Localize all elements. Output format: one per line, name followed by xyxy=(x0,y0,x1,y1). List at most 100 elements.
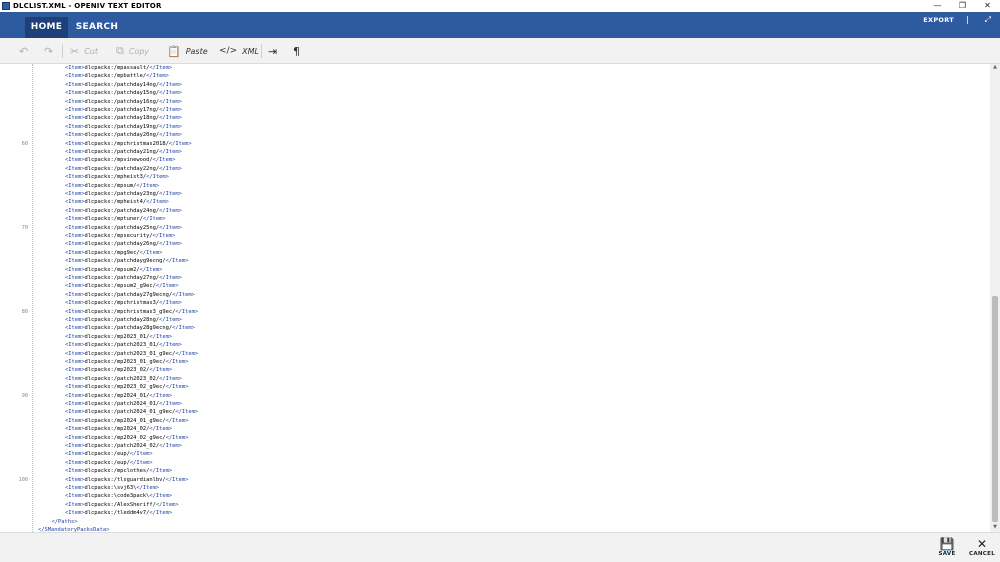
xml-open-tag: <Item> xyxy=(65,107,85,113)
xml-open-tag: <Item> xyxy=(65,132,85,139)
line-number: 80 xyxy=(21,309,28,315)
xml-close-tag: </Item> xyxy=(139,266,163,273)
expand-icon[interactable]: ⤢ xyxy=(985,15,991,25)
xml-text: dlcpacks:/mpchristmas3/ xyxy=(84,300,160,307)
xml-close-tag: </Item> xyxy=(172,325,195,332)
code-line: <Item>dlcpacks:/mpsum/</Item> xyxy=(65,182,159,190)
copy-button[interactable]: ⧉ Copy xyxy=(116,38,149,64)
code-line: <Item>dlcpacks:/mp2024_01/</Item> xyxy=(65,392,172,400)
xml-text: dlcpacks:/patchday27g9ecng/ xyxy=(84,291,173,298)
xml-open-tag: <Item> xyxy=(65,81,85,88)
xml-open-tag: <Item> xyxy=(65,140,85,147)
scroll-down-icon[interactable]: ▼ xyxy=(990,524,1000,532)
xml-open-tag: <Item> xyxy=(65,191,85,197)
xml-open-tag: <Item> xyxy=(65,241,85,248)
xml-open-tag: <Item> xyxy=(65,501,85,508)
line-number: 70 xyxy=(21,225,28,231)
restore-button[interactable]: ❐ xyxy=(950,0,975,12)
xml-text: dlcpacks:/patch2023_01/ xyxy=(84,342,160,349)
vertical-scrollbar[interactable]: ▲ ▼ xyxy=(990,64,1000,532)
xml-open-tag: <Item> xyxy=(65,123,85,130)
bottom-bar: 💾 SAVE ✕ CANCEL xyxy=(0,532,1000,562)
xml-open-tag: <Item> xyxy=(65,443,85,449)
close-window-button[interactable]: ✕ xyxy=(975,0,1000,12)
code-line: <Item>dlcpacks:/patchday27g9ecng/</Item> xyxy=(65,291,195,299)
xml-open-tag: <Item> xyxy=(65,165,85,172)
xml-close-tag: </Item> xyxy=(149,493,173,500)
word-wrap-icon: ⇥ xyxy=(268,44,278,58)
xml-button[interactable]: </> XML xyxy=(219,38,259,64)
window-controls: — ❐ ✕ xyxy=(925,0,1000,12)
minimize-button[interactable]: — xyxy=(925,0,950,12)
redo-button[interactable]: ↷ xyxy=(44,38,58,64)
copy-icon: ⧉ xyxy=(116,44,124,57)
xml-close-tag: </Item> xyxy=(159,317,182,323)
xml-text: dlcpacks:/mp2024_02/ xyxy=(84,426,150,433)
xml-close-tag: </Item> xyxy=(155,501,179,508)
xml-text: dlcpacks:/patch2023_02/ xyxy=(84,375,160,382)
xml-close-tag: </Item> xyxy=(149,510,173,517)
scroll-up-icon[interactable]: ▲ xyxy=(990,64,1000,72)
xml-close-tag: </Item> xyxy=(159,90,182,97)
xml-text: dlcpacks:/patch2023_01_g9ec/ xyxy=(84,350,176,357)
tab-home[interactable]: HOME xyxy=(25,17,68,38)
xml-open-tag: </Paths> xyxy=(51,518,78,525)
export-button[interactable]: EXPORT xyxy=(923,16,954,24)
xml-text: dlcpacks:/patchday20ng/ xyxy=(84,132,160,139)
xml-open-tag: <Item> xyxy=(65,409,85,416)
xml-open-tag: <Item> xyxy=(65,249,85,256)
xml-text: dlcpacks:/patchdayg9ecng/ xyxy=(84,258,166,265)
tab-search[interactable]: SEARCH xyxy=(73,17,121,38)
show-whitespace-button[interactable]: ¶ xyxy=(293,38,305,64)
xml-open-tag: <Item> xyxy=(65,401,85,407)
xml-close-tag: </Item> xyxy=(159,123,182,130)
code-editor[interactable]: 60 70 80 90 100 <Item>dlcpacks:/mpassaul… xyxy=(0,64,990,532)
xml-close-tag: </Item> xyxy=(159,191,182,197)
paste-button[interactable]: 📋 Paste xyxy=(167,38,208,64)
code-line: <Item>dlcpacks:/tlsguardianlbv/</Item> xyxy=(65,476,188,484)
xml-text: dlcpacks:/tleddm4v7/ xyxy=(84,510,150,517)
xml-text: dlcpacks:/patchday27ng/ xyxy=(84,275,160,281)
xml-text: dlcpacks:\code3pack\ xyxy=(84,493,150,500)
xml-text: dlcpacks:/mp2024_01/ xyxy=(84,392,150,399)
code-line: <Item>dlcpacks:/patchday24ng/</Item> xyxy=(65,207,182,215)
xml-text: dlcpacks:/mp2023_02_g9ec/ xyxy=(84,384,166,391)
word-wrap-button[interactable]: ⇥ xyxy=(268,38,282,64)
xml-text: dlcpacks:/mpassault/ xyxy=(84,65,150,71)
xml-open-tag: <Item> xyxy=(65,417,85,424)
cut-button[interactable]: ✂ Cut xyxy=(70,38,98,64)
code-line: <Item>dlcpacks:/patchday28ng/</Item> xyxy=(65,316,182,324)
code-line: <Item>dlcpacks:/patchday23ng/</Item> xyxy=(65,190,182,198)
xml-open-tag: <Item> xyxy=(65,308,85,315)
code-line: <Item>dlcpacks:/patchday17ng/</Item> xyxy=(65,106,182,114)
xml-open-tag: <Item> xyxy=(65,459,85,466)
code-line: <Item>dlcpacks:/mpassault/</Item> xyxy=(65,64,172,72)
code-line: <Item>dlcpacks:/patchday18ng/</Item> xyxy=(65,114,182,122)
xml-open-tag: <Item> xyxy=(65,199,85,206)
line-number-gutter: 60 70 80 90 100 xyxy=(0,64,32,532)
save-button[interactable]: 💾 SAVE xyxy=(931,537,963,561)
cancel-label: CANCEL xyxy=(969,551,995,557)
code-line: <Item>dlcpacks:/mpclothes/</Item> xyxy=(65,467,172,475)
xml-text: dlcpacks:/mptuner/ xyxy=(84,216,143,223)
xml-close-tag: </Item> xyxy=(129,451,153,458)
code-line: <Item>dlcpacks:/patchday20ng/</Item> xyxy=(65,131,182,139)
pilcrow-icon: ¶ xyxy=(293,44,300,58)
xml-text: dlcpacks:/mpclothes/ xyxy=(84,468,150,475)
xml-text: dlcpacks:/mpbattle/ xyxy=(84,73,147,80)
cut-label: Cut xyxy=(84,46,99,56)
xml-close-tag: </Item> xyxy=(165,417,189,424)
undo-button[interactable]: ↶ xyxy=(19,38,33,64)
scrollbar-thumb[interactable] xyxy=(992,296,998,522)
xml-close-tag: </Item> xyxy=(142,216,166,223)
undo-icon: ↶ xyxy=(19,44,29,58)
cancel-button[interactable]: ✕ CANCEL xyxy=(966,537,998,561)
xml-open-tag: <Item> xyxy=(65,350,85,357)
xml-open-tag: <Item> xyxy=(65,333,85,340)
xml-text: dlcpacks:/mpsum2_g9ec/ xyxy=(84,283,156,290)
code-line: <Item>dlcpacks:/mpheist3/</Item> xyxy=(65,173,169,181)
xml-open-tag: <Item> xyxy=(65,149,85,155)
xml-close-tag: </Item> xyxy=(159,165,182,172)
xml-open-tag: <Item> xyxy=(65,216,85,223)
code-line: <Item>dlcpacks:/mpchristmas2018/</Item> xyxy=(65,140,192,148)
